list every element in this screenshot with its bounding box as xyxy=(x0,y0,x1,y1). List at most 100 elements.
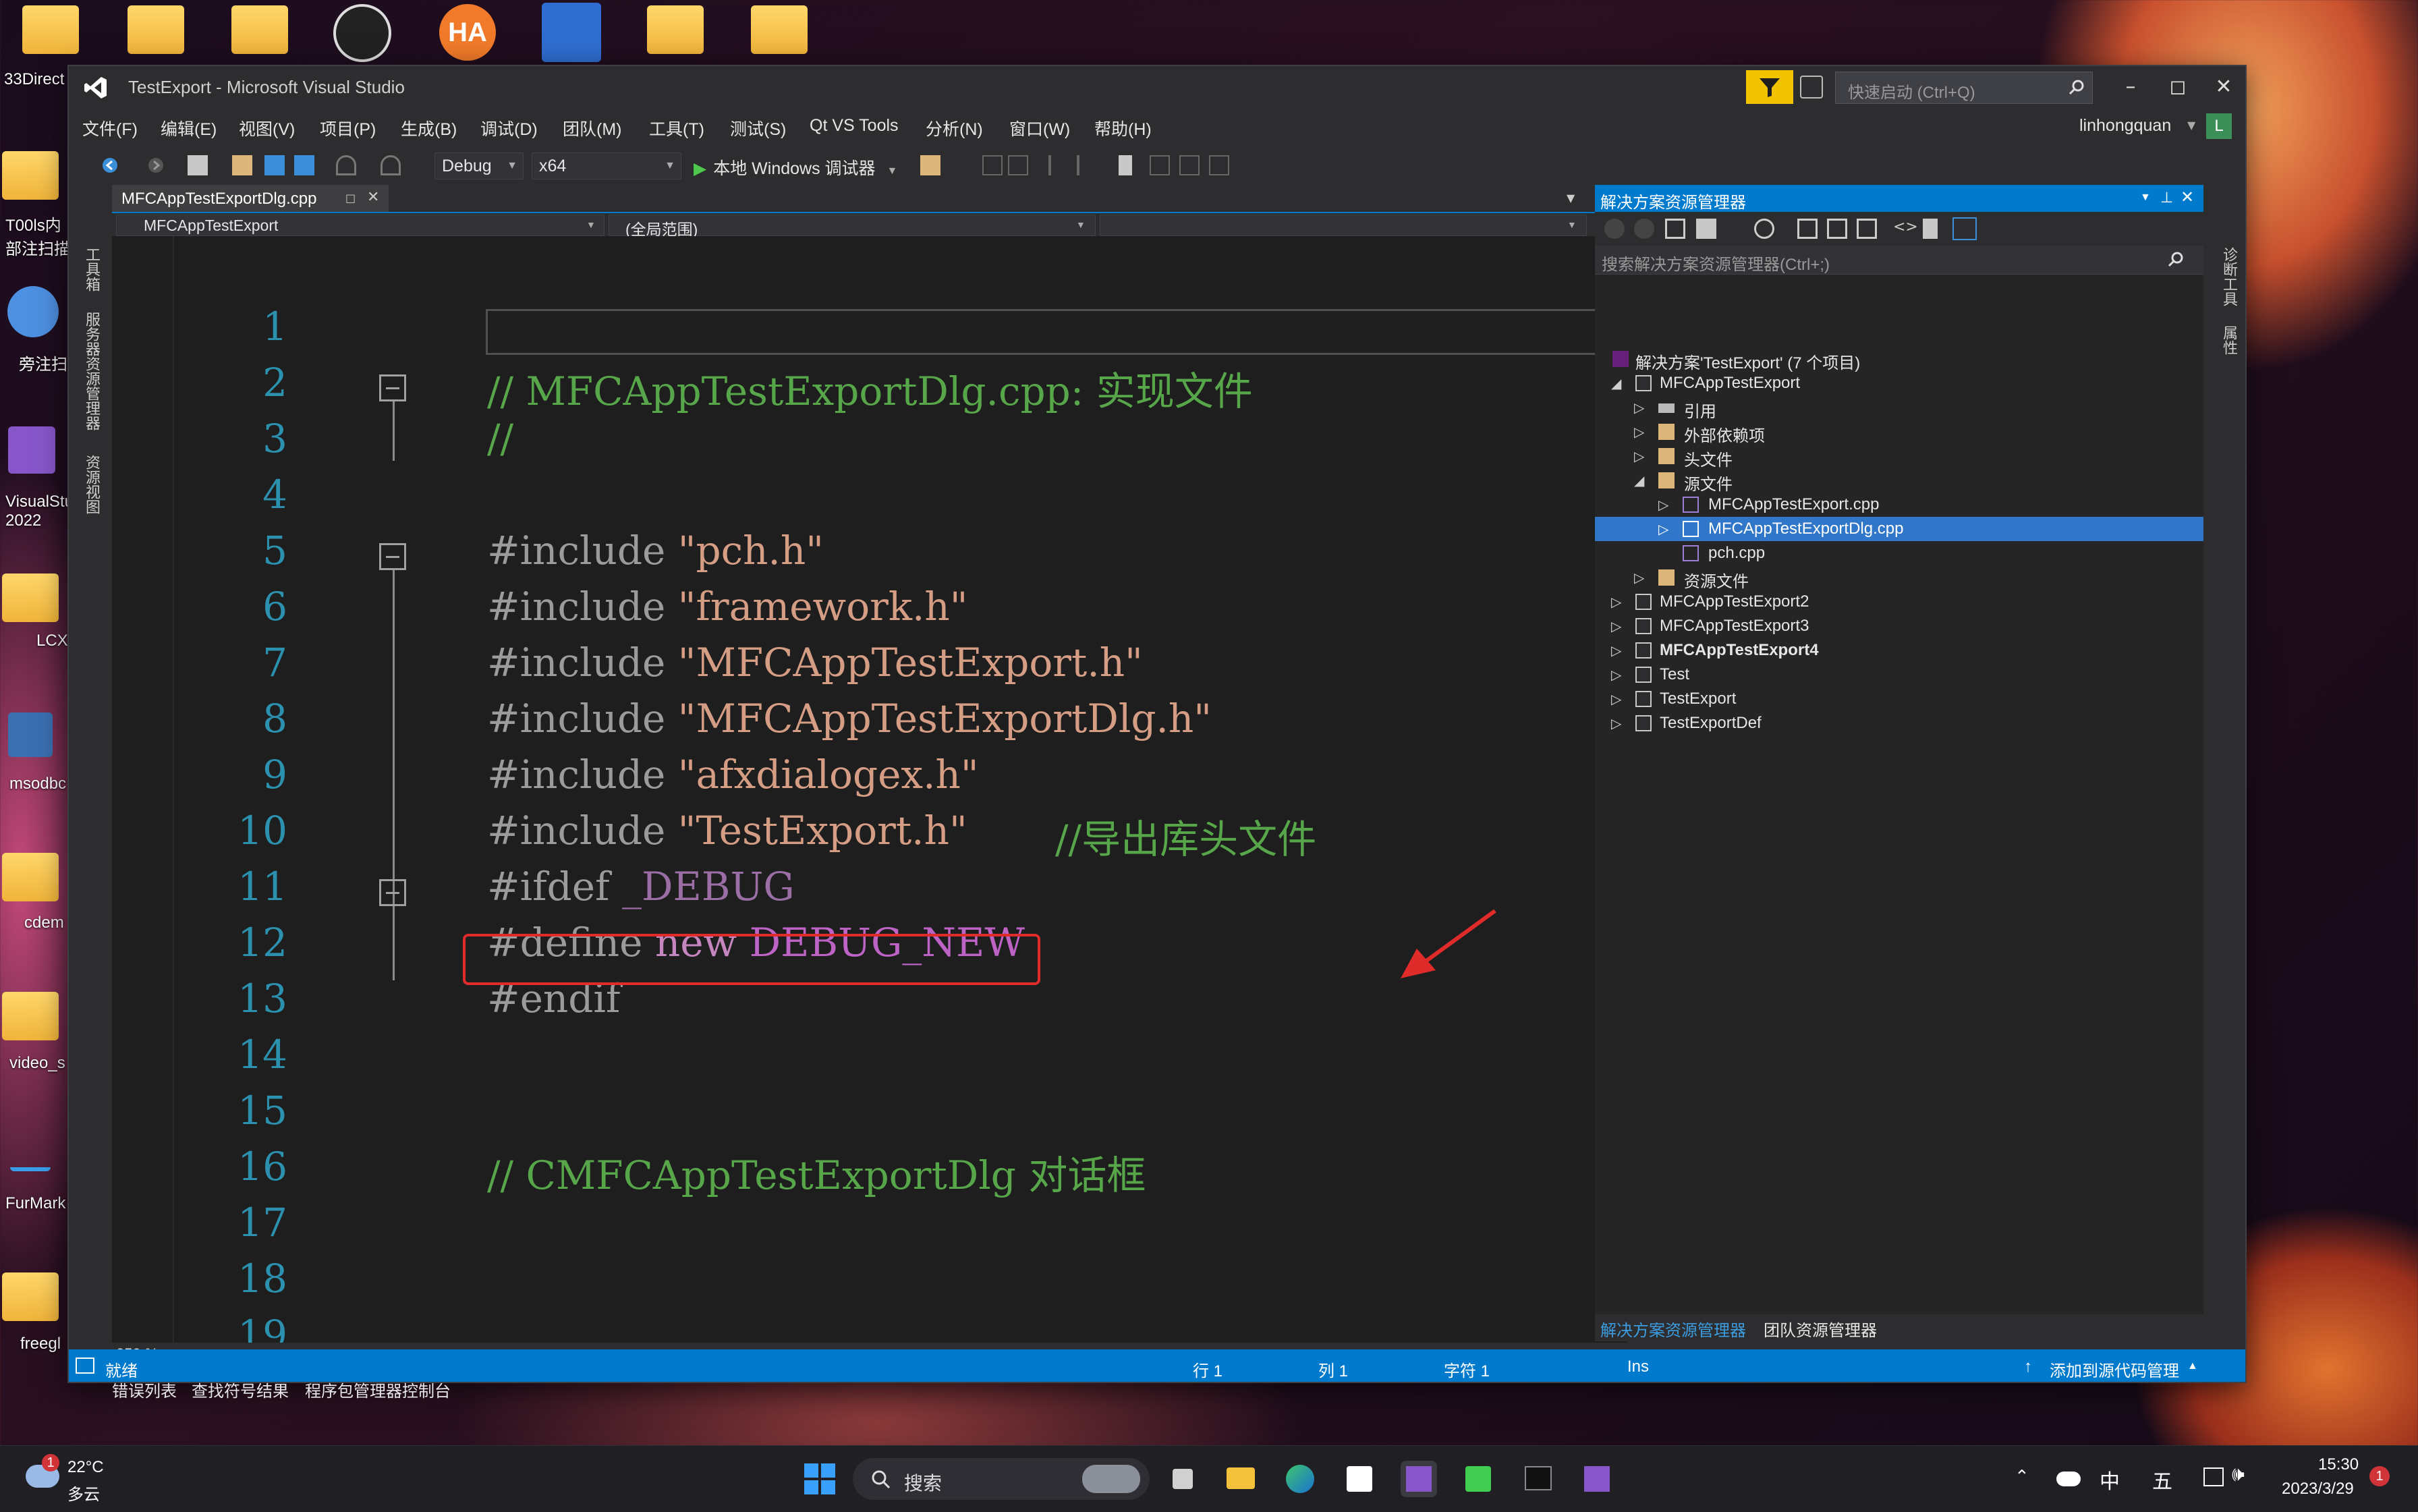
task-view-icon[interactable] xyxy=(1164,1461,1201,1497)
expand-arrow-icon[interactable]: ▷ xyxy=(1634,448,1644,465)
visual-studio-taskbar-icon[interactable] xyxy=(1401,1461,1437,1497)
menu-help[interactable]: 帮助(H) xyxy=(1094,116,1152,140)
menu-build[interactable]: 生成(B) xyxy=(401,116,457,140)
diagnostic-tools-tab[interactable]: 诊断工具 xyxy=(2218,247,2240,306)
start-windows-icon[interactable] xyxy=(802,1461,838,1497)
code-editor[interactable]: 1 2 3 4 5 6 7 8 9 10 11 12 13 14 15 16 1… xyxy=(112,236,1637,1343)
account-name[interactable]: linhongquan xyxy=(2079,116,2171,136)
expand-arrow-icon[interactable]: ▷ xyxy=(1634,424,1644,441)
menu-team[interactable]: 团队(M) xyxy=(563,116,621,140)
new-project-icon[interactable] xyxy=(188,155,208,175)
toolbox-tab[interactable]: 工具箱 xyxy=(81,247,103,291)
chevron-up-icon[interactable]: ▲ xyxy=(2187,1360,2198,1372)
pin-icon[interactable]: □ xyxy=(345,192,356,204)
minimize-button[interactable]: – xyxy=(2110,72,2151,103)
visual-studio-secondary-icon[interactable] xyxy=(1579,1461,1615,1497)
tree-item-project[interactable]: ▷ TestExport xyxy=(1595,687,2203,711)
chevron-down-icon[interactable]: ▼ xyxy=(2187,119,2195,132)
output-icon[interactable] xyxy=(76,1357,94,1374)
tab-solution-explorer[interactable]: 解决方案资源管理器 xyxy=(1600,1317,1746,1341)
live-share-icon[interactable] xyxy=(1800,76,1823,99)
home-icon[interactable] xyxy=(1665,219,1685,239)
show-all-files-icon[interactable] xyxy=(1857,219,1877,239)
tree-item-project[interactable]: ▷ MFCAppTestExport3 xyxy=(1595,614,2203,638)
chevron-up-icon[interactable]: ⌃ xyxy=(2015,1466,2029,1487)
desktop-globe-icon[interactable] xyxy=(0,286,70,337)
desktop-folder-icon[interactable] xyxy=(0,573,67,622)
desktop-icon-label[interactable]: msodbc xyxy=(9,775,66,793)
resource-view-tab[interactable]: 资源视图 xyxy=(81,455,103,514)
expand-arrow-icon[interactable]: ▷ xyxy=(1658,497,1668,513)
ime-mode-indicator[interactable]: 五 xyxy=(2152,1465,2172,1494)
pending-changes-icon[interactable] xyxy=(1754,219,1774,239)
onedrive-icon[interactable] xyxy=(2056,1472,2081,1486)
desktop-icon-label[interactable]: video_s xyxy=(9,1054,65,1073)
redo-icon[interactable] xyxy=(381,155,401,175)
tree-item-file[interactable]: ▷ MFCAppTestExport.cpp xyxy=(1595,493,2203,517)
quick-launch-input[interactable]: 快速启动 (Ctrl+Q) xyxy=(1835,72,2093,104)
tab-mfcapptestexportdlg-cpp[interactable]: MFCAppTestExportDlg.cpp □ ✕ xyxy=(112,185,389,212)
undo-icon[interactable] xyxy=(336,155,356,175)
clock-time[interactable]: 15:30 xyxy=(2318,1455,2359,1474)
project-select[interactable]: MFCAppTestExport ▼ xyxy=(116,215,604,236)
desktop-icon-label[interactable]: VisualStu 2022 xyxy=(5,493,74,530)
collapse-arrow-icon[interactable]: ◢ xyxy=(1611,375,1621,392)
terminal-icon[interactable] xyxy=(1519,1461,1556,1497)
outdent-icon[interactable] xyxy=(1077,155,1097,175)
tree-item-references[interactable]: ▷ 引用 xyxy=(1595,395,2203,421)
solution-explorer-search-input[interactable]: 搜索解决方案资源管理器(Ctrl+;) xyxy=(1595,246,2203,275)
desktop-obs-icon[interactable] xyxy=(325,4,399,62)
collapse-all-icon[interactable] xyxy=(1827,219,1847,239)
weather-temperature[interactable]: 22°C xyxy=(67,1458,104,1477)
preview-selected-icon[interactable] xyxy=(1952,217,1977,240)
network-icon[interactable] xyxy=(2203,1467,2224,1486)
collapse-arrow-icon[interactable]: ◢ xyxy=(1634,472,1644,489)
properties-wrench-icon[interactable] xyxy=(1923,219,1938,239)
ime-language-indicator[interactable]: 中 xyxy=(2100,1465,2120,1494)
expand-arrow-icon[interactable]: ▷ xyxy=(1611,618,1621,635)
expand-arrow-icon[interactable]: ▷ xyxy=(1611,642,1621,659)
expand-arrow-icon[interactable]: ▷ xyxy=(1611,594,1621,611)
tree-item-source-files[interactable]: ◢ 源文件 xyxy=(1595,468,2203,494)
volume-icon[interactable]: 🕪 xyxy=(2232,1463,2245,1486)
desktop-icon-label[interactable]: FurMark xyxy=(5,1194,65,1213)
expand-arrow-icon[interactable]: ▷ xyxy=(1658,521,1668,538)
member-select[interactable]: ▼ xyxy=(1100,215,1587,236)
desktop-icon-label[interactable]: 旁注扫 xyxy=(19,351,67,374)
save-all-icon[interactable] xyxy=(294,155,314,175)
tree-item-project[interactable]: ▷ MFCAppTestExport2 xyxy=(1595,590,2203,614)
start-debugging-button[interactable]: ▶ 本地 Windows 调试器 ▼ xyxy=(694,155,897,179)
desktop-zip-folder-icon[interactable] xyxy=(638,5,712,54)
feedback-filter-button[interactable] xyxy=(1746,70,1793,104)
menu-view[interactable]: 视图(V) xyxy=(239,116,295,140)
tree-item-project[interactable]: ▷ TestExportDef xyxy=(1595,711,2203,735)
sync-icon[interactable] xyxy=(1797,219,1818,239)
close-button[interactable]: ✕ xyxy=(2203,72,2244,103)
navigate-back-icon[interactable] xyxy=(100,155,120,175)
desktop-zip-folder-icon[interactable] xyxy=(742,5,816,54)
tree-item-project[interactable]: ◢ MFCAppTestExport xyxy=(1595,371,2203,395)
tree-item-file[interactable]: pch.cpp xyxy=(1595,541,2203,565)
tree-item-resource-files[interactable]: ▷ 资源文件 xyxy=(1595,565,2203,591)
chevron-down-icon[interactable]: ▼ xyxy=(2140,192,2151,204)
menu-debug[interactable]: 调试(D) xyxy=(480,116,538,140)
step-icon[interactable] xyxy=(982,155,1003,175)
bookmark-icon[interactable] xyxy=(1119,155,1132,175)
tree-item-external-deps[interactable]: ▷ 外部依赖项 xyxy=(1595,420,2203,445)
menu-qt-vs-tools[interactable]: Qt VS Tools xyxy=(810,116,899,136)
expand-arrow-icon[interactable]: ▷ xyxy=(1634,569,1644,586)
menu-window[interactable]: 窗口(W) xyxy=(1009,116,1070,140)
edge-browser-icon[interactable] xyxy=(1282,1461,1318,1497)
open-file-icon[interactable] xyxy=(232,155,252,175)
file-explorer-icon[interactable] xyxy=(1222,1461,1259,1497)
desktop-icon-label[interactable]: T00ls内部注扫描 xyxy=(5,212,70,259)
solution-configuration-select[interactable]: Debug ▼ xyxy=(434,152,524,179)
menu-project[interactable]: 项目(P) xyxy=(320,116,376,140)
expand-arrow-icon[interactable]: ▷ xyxy=(1611,667,1621,683)
indent-icon[interactable] xyxy=(1048,155,1069,175)
attach-process-icon[interactable] xyxy=(920,155,940,175)
account-avatar[interactable]: L xyxy=(2206,113,2232,139)
close-icon[interactable]: ✕ xyxy=(367,189,379,206)
step-icon[interactable] xyxy=(1008,155,1028,175)
solution-platform-select[interactable]: x64 ▼ xyxy=(532,152,681,179)
